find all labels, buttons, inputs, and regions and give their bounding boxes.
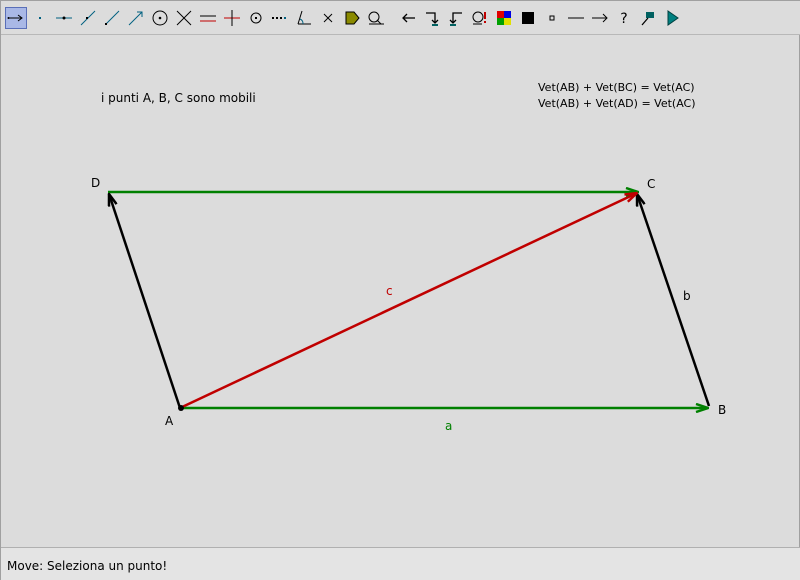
- help-tool-button[interactable]: ?: [613, 7, 635, 29]
- circle-tool-button[interactable]: [149, 7, 171, 29]
- line-tool-button[interactable]: [53, 7, 75, 29]
- vector-b-BC[interactable]: [637, 194, 711, 407]
- delete-x-icon: [323, 13, 333, 23]
- midpoint-tool-button[interactable]: [245, 7, 267, 29]
- redo-arrow-icon: [426, 12, 439, 26]
- redo-back-icon: [449, 12, 462, 26]
- parallel-icon: [200, 15, 216, 22]
- arrow-line-icon: [592, 13, 608, 23]
- perpendicular-icon: [224, 10, 240, 26]
- circle-icon: [152, 10, 168, 26]
- segment-tool-button[interactable]: [77, 7, 99, 29]
- drawing-canvas[interactable]: i punti A, B, C sono mobili Vet(AB) + Ve…: [2, 36, 800, 546]
- move-tool-button[interactable]: [5, 7, 27, 29]
- geometry-app-window: ? i punti A, B, C sono mobili Vet(AB) + …: [0, 0, 800, 580]
- arrow-line-tool-button[interactable]: [589, 7, 611, 29]
- find-icon: [472, 11, 486, 25]
- vector-icon: [128, 11, 143, 26]
- point-B-label: B: [718, 403, 726, 417]
- dotted-line-tool-button[interactable]: [269, 7, 291, 29]
- intersect-tool-button[interactable]: [173, 7, 195, 29]
- point-D-label: D: [91, 176, 100, 190]
- point-C-label: C: [647, 177, 655, 191]
- point-tool-button[interactable]: [29, 7, 51, 29]
- measure-icon: [368, 11, 384, 25]
- measure-tool-button[interactable]: [365, 7, 387, 29]
- toolbar: ?: [1, 1, 800, 35]
- color-palette-icon: [497, 11, 511, 25]
- vector-AD[interactable]: [109, 194, 182, 409]
- vector-c-label: c: [386, 284, 393, 298]
- undo-arrow-icon: [402, 13, 415, 23]
- angle-tool-button[interactable]: [293, 7, 315, 29]
- undo-tool-button[interactable]: [397, 7, 419, 29]
- move-arrow-icon: [7, 14, 23, 22]
- segment-icon: [80, 10, 96, 26]
- vector-tool-button[interactable]: [125, 7, 147, 29]
- small-square-icon: [549, 15, 555, 21]
- redo-tool-button[interactable]: [421, 7, 443, 29]
- vector-c-AC[interactable]: [179, 193, 637, 410]
- fill-tool-button[interactable]: [517, 7, 539, 29]
- play-icon: [667, 10, 679, 26]
- small-point-tool-button[interactable]: [541, 7, 563, 29]
- parallel-tool-button[interactable]: [197, 7, 219, 29]
- svg-text:?: ?: [620, 11, 627, 27]
- status-message: Move: Seleziona un punto!: [7, 559, 168, 573]
- ray-tool-button[interactable]: [101, 7, 123, 29]
- dotted-line-icon: [272, 17, 286, 19]
- angle-icon: [297, 10, 311, 25]
- point-A-marker[interactable]: [178, 405, 184, 411]
- line-icon: [56, 16, 72, 20]
- redo-back-tool-button[interactable]: [445, 7, 467, 29]
- vector-b-label: b: [683, 289, 691, 303]
- formula-line-1: Vet(AB) + Vet(BC) = Vet(AC): [538, 81, 695, 94]
- ray-icon: [105, 10, 120, 25]
- formula-line-2: Vet(AB) + Vet(AD) = Vet(AC): [538, 97, 696, 110]
- run-tool-button[interactable]: [661, 7, 683, 29]
- find-tool-button[interactable]: [469, 7, 491, 29]
- delete-tool-button[interactable]: [317, 7, 339, 29]
- info-note: i punti A, B, C sono mobili: [101, 91, 256, 105]
- point-A-label: A: [165, 414, 174, 428]
- intersect-icon: [176, 10, 192, 26]
- label-tag-icon: [345, 11, 360, 25]
- macro-icon: [641, 12, 654, 26]
- plain-line-tool-button[interactable]: [565, 7, 587, 29]
- status-bar: Move: Seleziona un punto!: [1, 547, 800, 580]
- filled-square-icon: [522, 12, 534, 24]
- plain-line-icon: [568, 17, 584, 19]
- macro-tool-button[interactable]: [637, 7, 659, 29]
- label-tool-button[interactable]: [341, 7, 363, 29]
- color-tool-button[interactable]: [493, 7, 515, 29]
- midpoint-icon: [250, 12, 262, 24]
- perpendicular-tool-button[interactable]: [221, 7, 243, 29]
- point-icon: [39, 17, 41, 19]
- vector-a-label: a: [445, 419, 452, 433]
- question-icon: ?: [620, 11, 627, 27]
